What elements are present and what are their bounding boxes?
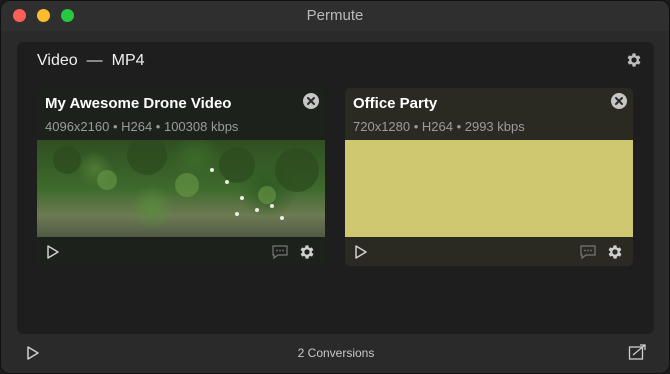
window-title: Permute <box>306 7 364 24</box>
file-card[interactable]: My Awesome Drone Video 4096x2160 • H264 … <box>37 88 325 266</box>
remove-file-button[interactable] <box>303 93 319 109</box>
file-title: My Awesome Drone Video <box>45 95 232 112</box>
close-icon <box>615 97 623 105</box>
remove-file-button[interactable] <box>611 93 627 109</box>
speech-bubble-icon[interactable] <box>271 245 289 259</box>
gear-icon[interactable] <box>606 243 624 261</box>
conversion-count: 2 Conversions <box>297 346 375 360</box>
file-title: Office Party <box>353 95 438 112</box>
play-icon[interactable] <box>47 245 59 259</box>
file-controls <box>37 237 325 266</box>
speech-bubble-icon[interactable] <box>579 245 597 259</box>
format-selector[interactable]: Video — MP4 <box>37 52 145 70</box>
status-bar: 2 Conversions <box>1 334 669 373</box>
gear-icon[interactable] <box>298 243 316 261</box>
file-controls <box>345 237 633 266</box>
export-icon[interactable] <box>628 343 648 361</box>
conversion-panel: Video — MP4 My Awesome Drone Video 4096x… <box>17 42 654 334</box>
gear-icon[interactable] <box>625 51 643 69</box>
forest-scene <box>53 140 319 220</box>
app-window: Permute Video — MP4 My Awesome Drone Vid… <box>0 0 670 374</box>
close-icon <box>307 97 315 105</box>
format-name: MP4 <box>111 52 145 69</box>
play-icon[interactable] <box>355 245 367 259</box>
title-bar: Permute <box>1 1 669 31</box>
file-card[interactable]: Office Party 720x1280 • H264 • 2993 kbps <box>345 88 633 266</box>
format-separator: — <box>86 52 103 69</box>
video-thumbnail <box>37 140 325 237</box>
format-category: Video <box>37 52 78 69</box>
video-thumbnail <box>345 140 633 237</box>
file-meta: 4096x2160 • H264 • 100308 kbps <box>45 119 239 134</box>
file-meta: 720x1280 • H264 • 2993 kbps <box>353 119 525 134</box>
